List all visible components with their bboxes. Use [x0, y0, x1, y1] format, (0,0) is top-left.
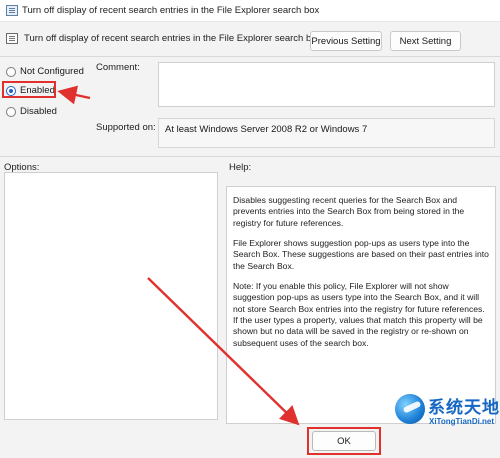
watermark: 系统天地 XiTongTianDi.net [395, 392, 499, 436]
radio-not-configured-circle[interactable] [6, 66, 16, 77]
policy-window-icon [6, 5, 18, 16]
help-label: Help: [229, 162, 252, 173]
watermark-logo-icon [395, 394, 425, 424]
policy-title: Turn off display of recent search entrie… [24, 33, 322, 44]
radio-disabled-circle[interactable] [6, 106, 16, 117]
previous-setting-button[interactable]: Previous Setting [310, 31, 382, 51]
options-pane[interactable] [4, 172, 218, 420]
supported-on-label: Supported on: [96, 122, 156, 133]
section-divider [0, 156, 500, 157]
help-paragraph: Disables suggesting recent queries for t… [233, 195, 465, 228]
header-divider [0, 56, 500, 57]
supported-on-value: At least Windows Server 2008 R2 or Windo… [158, 118, 495, 148]
window-title: Turn off display of recent search entrie… [22, 5, 320, 16]
help-pane[interactable]: Disables suggesting recent queries for t… [226, 186, 496, 424]
watermark-site: XiTongTianDi.net [429, 417, 495, 426]
ok-highlight-box [307, 427, 381, 455]
help-paragraph: File Explorer shows suggestion pop-ups a… [233, 238, 489, 271]
help-paragraph: Note: If you enable this policy, File Ex… [233, 281, 485, 348]
radio-disabled[interactable]: Disabled [6, 106, 57, 117]
title-bar: Turn off display of recent search entrie… [0, 0, 500, 22]
comment-label: Comment: [96, 62, 140, 73]
next-setting-button[interactable]: Next Setting [390, 31, 461, 51]
watermark-name: 系统天地 [428, 398, 500, 418]
comment-field[interactable] [158, 62, 495, 107]
enabled-highlight-box [2, 81, 56, 98]
radio-not-configured-label: Not Configured [20, 66, 84, 77]
radio-disabled-label: Disabled [20, 106, 57, 117]
radio-not-configured[interactable]: Not Configured [6, 66, 84, 77]
policy-setting-icon [6, 33, 18, 44]
